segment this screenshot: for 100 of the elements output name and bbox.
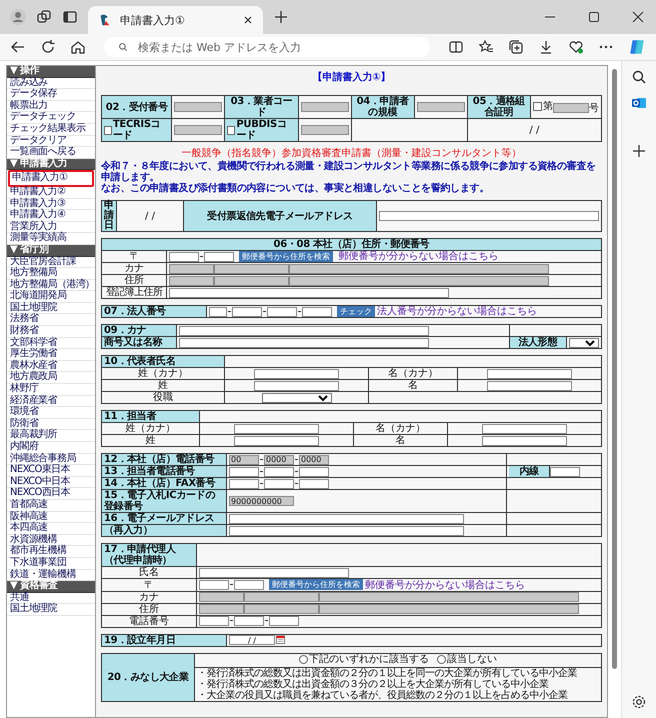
form-label: 14．本社（店）FAX番号 (102, 478, 226, 490)
dropdown[interactable] (262, 392, 332, 403)
sidebar-item[interactable]: 最高裁判所 (7, 430, 95, 442)
check-button[interactable]: チェック (337, 306, 376, 318)
refresh-icon[interactable] (40, 39, 56, 55)
form-label: 〒 (102, 578, 196, 592)
add-icon[interactable] (631, 143, 647, 159)
sidebar-item[interactable]: 都市再生機構 (7, 546, 95, 558)
input-field[interactable] (379, 210, 599, 221)
input-field[interactable] (486, 380, 572, 391)
input-field[interactable] (264, 478, 294, 489)
workspaces-icon[interactable] (36, 9, 52, 25)
sidebar-item[interactable]: データ保存 (7, 89, 95, 101)
maximize-icon[interactable] (586, 9, 602, 25)
checkbox[interactable]: 第 (532, 100, 553, 112)
radio-option[interactable]: 該当しない (437, 654, 497, 665)
sidebar-item[interactable]: 厚生労働省 (7, 349, 95, 361)
reading-view-icon[interactable] (448, 39, 464, 55)
input-field[interactable] (209, 306, 227, 317)
input-field[interactable] (234, 436, 319, 446)
input-field[interactable] (179, 338, 429, 348)
input-field[interactable] (267, 306, 297, 317)
form-label: 05．適格組合証明 (467, 96, 530, 118)
sidebar-item[interactable]: 地方整備局 (7, 268, 95, 280)
input-field[interactable] (229, 478, 259, 489)
sidebar-item[interactable]: 首都高速 (7, 500, 95, 512)
input-field[interactable] (199, 616, 229, 626)
input-field[interactable] (169, 288, 449, 298)
profile-icon[interactable] (10, 9, 26, 25)
input-field[interactable] (486, 368, 572, 379)
input-field[interactable] (229, 514, 464, 524)
input-field[interactable] (299, 478, 329, 489)
date-field[interactable]: / / (229, 634, 275, 645)
sidebar-item[interactable]: 申請書入力② (7, 186, 95, 199)
sidebar-item[interactable]: 林野庁 (7, 384, 95, 396)
search-button[interactable]: 郵便番号から住所を検索 (239, 251, 334, 262)
input-field[interactable] (199, 568, 349, 578)
input-field[interactable] (264, 466, 294, 477)
sidebar-item[interactable]: 読み込み (7, 78, 95, 90)
sidebar-item[interactable]: NEXCO中日本 (7, 476, 95, 488)
back-icon[interactable] (10, 39, 26, 55)
search-icon[interactable] (631, 69, 647, 85)
favorites-icon[interactable] (478, 39, 494, 55)
copilot-icon[interactable] (628, 38, 646, 56)
help-link[interactable]: 郵便番号が分からない場合はこちら (338, 251, 498, 262)
input-field[interactable] (169, 252, 199, 262)
sidebar-item[interactable]: 下水道事業団 (7, 558, 95, 570)
input-field[interactable] (482, 424, 567, 434)
settings-icon[interactable] (631, 694, 647, 710)
sidebar-item[interactable]: 財務省 (7, 326, 95, 338)
input-field[interactable] (234, 580, 264, 590)
search-button[interactable]: 郵便番号から住所を検索 (269, 579, 364, 590)
input-field[interactable] (482, 436, 567, 446)
scrollbar-thumb[interactable] (612, 69, 617, 669)
input-field[interactable] (229, 466, 259, 477)
input-field[interactable] (204, 252, 234, 262)
help-link[interactable]: 法人番号が分からない場合はこちら (377, 306, 538, 318)
browser-tab[interactable]: 申請書入力① (88, 6, 263, 34)
tab-actions-icon[interactable] (62, 9, 78, 25)
input-field[interactable] (232, 306, 262, 317)
heart-icon[interactable] (568, 39, 584, 55)
home-icon[interactable] (70, 39, 86, 55)
input-field[interactable] (302, 306, 332, 317)
sidebar-item[interactable]: 北海道開発局 (7, 291, 95, 303)
new-tab-icon[interactable] (273, 9, 289, 25)
sidebar-item[interactable]: 内閣府 (7, 442, 95, 454)
close-icon[interactable] (630, 9, 646, 25)
input-field[interactable] (179, 326, 429, 336)
sidebar-item[interactable]: チェック結果表示 (7, 124, 95, 136)
dropdown[interactable] (568, 338, 599, 348)
download-icon[interactable] (538, 39, 554, 55)
sidebar-item[interactable]: 申請書入力④ (7, 210, 95, 222)
radio-option[interactable]: 下記のいずれかに該当する (299, 654, 429, 665)
form-label: 氏名 (102, 566, 196, 579)
input-field[interactable] (234, 424, 319, 434)
address-field[interactable]: 検索または Web アドレスを入力 (104, 37, 430, 57)
calendar-icon[interactable] (276, 635, 285, 644)
form-label: 09．カナ (102, 324, 176, 337)
input-field[interactable] (254, 368, 340, 379)
sidebar-item[interactable]: データチェック (7, 112, 95, 124)
section-title: 17．申請代理人（代理申請時） (102, 544, 196, 567)
close-icon[interactable] (243, 15, 253, 25)
form-label: 15．電子入札ICカードの登録番号 (102, 490, 226, 513)
sidebar-item[interactable]: NEXCO東日本 (7, 465, 95, 477)
input-field[interactable] (234, 616, 264, 626)
input-field[interactable] (550, 466, 580, 477)
input-field[interactable] (269, 616, 299, 626)
help-link[interactable]: 郵便番号が分からない場合はこちら (365, 580, 526, 591)
input-field[interactable] (199, 580, 229, 590)
sidebar-item[interactable]: 環境省 (7, 407, 95, 419)
sidebar-item[interactable]: 帳票出力 (7, 100, 95, 112)
sidebar-item[interactable]: 申請書入力① (8, 170, 94, 187)
sidebar-item[interactable]: 国土地理院 (7, 604, 95, 616)
sidebar-item[interactable]: 本四高速 (7, 523, 95, 535)
input-field[interactable] (254, 380, 340, 391)
input-field[interactable] (299, 466, 329, 477)
sidebar-item[interactable]: NEXCO西日本 (7, 488, 95, 500)
collections-icon[interactable] (508, 39, 524, 55)
mail-icon[interactable] (631, 95, 647, 111)
input-field[interactable] (229, 526, 464, 536)
